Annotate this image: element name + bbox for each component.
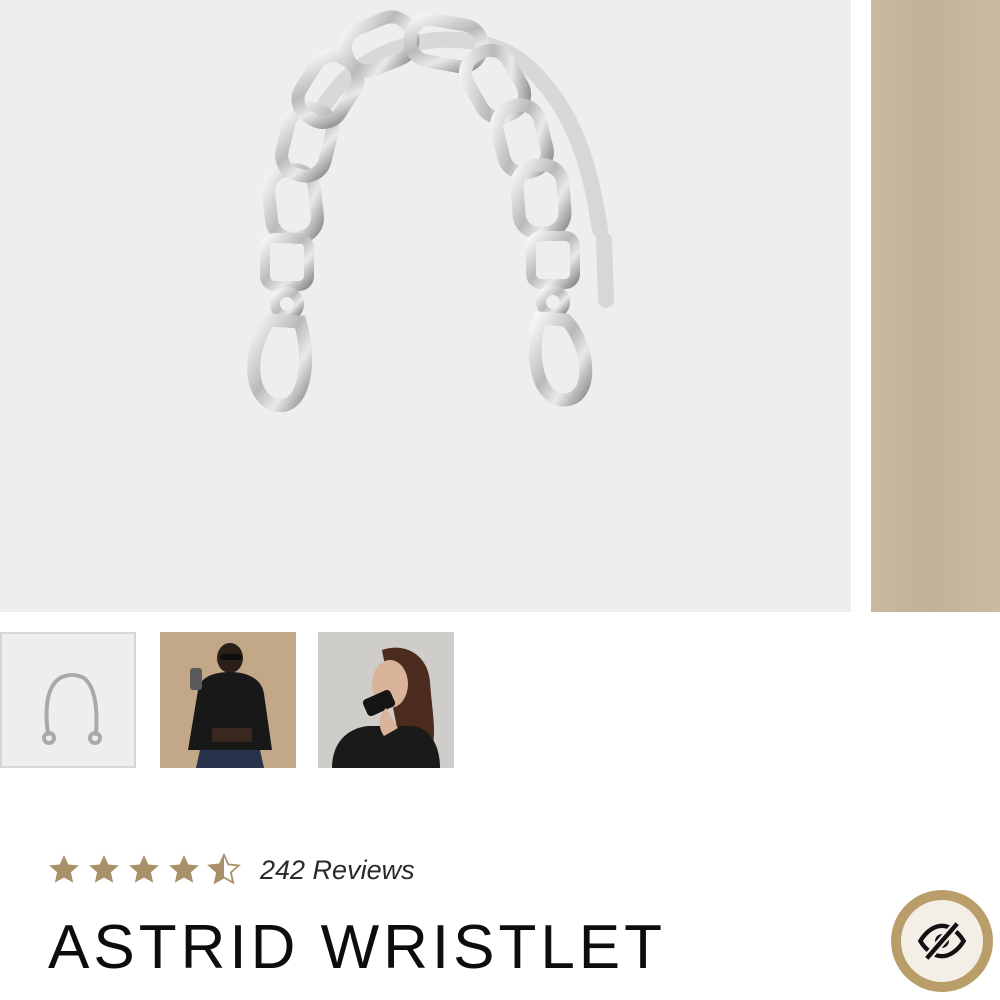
product-rating: 242 Reviews xyxy=(46,850,415,890)
thumbnail-model-jacket[interactable] xyxy=(160,632,296,768)
eye-slash-icon xyxy=(917,920,967,962)
silver-chain-illustration xyxy=(247,10,614,413)
thumbnail-chain[interactable] xyxy=(0,632,136,768)
thumbnail-strip xyxy=(0,632,460,770)
privacy-toggle-button[interactable] xyxy=(891,890,993,992)
main-product-image[interactable] xyxy=(0,0,851,612)
reviews-link[interactable]: 242 Reviews xyxy=(260,855,415,886)
star-icon xyxy=(49,855,79,883)
star-icon xyxy=(129,855,159,883)
product-title: ASTRID WRISTLET xyxy=(48,913,667,982)
half-star-icon xyxy=(207,852,241,885)
privacy-button-face xyxy=(901,900,983,982)
thumbnail-model-phone[interactable] xyxy=(318,632,454,768)
star-rating xyxy=(46,852,246,888)
next-image-peek[interactable] xyxy=(871,0,1000,612)
star-icon xyxy=(89,855,119,883)
star-icon xyxy=(169,855,199,883)
